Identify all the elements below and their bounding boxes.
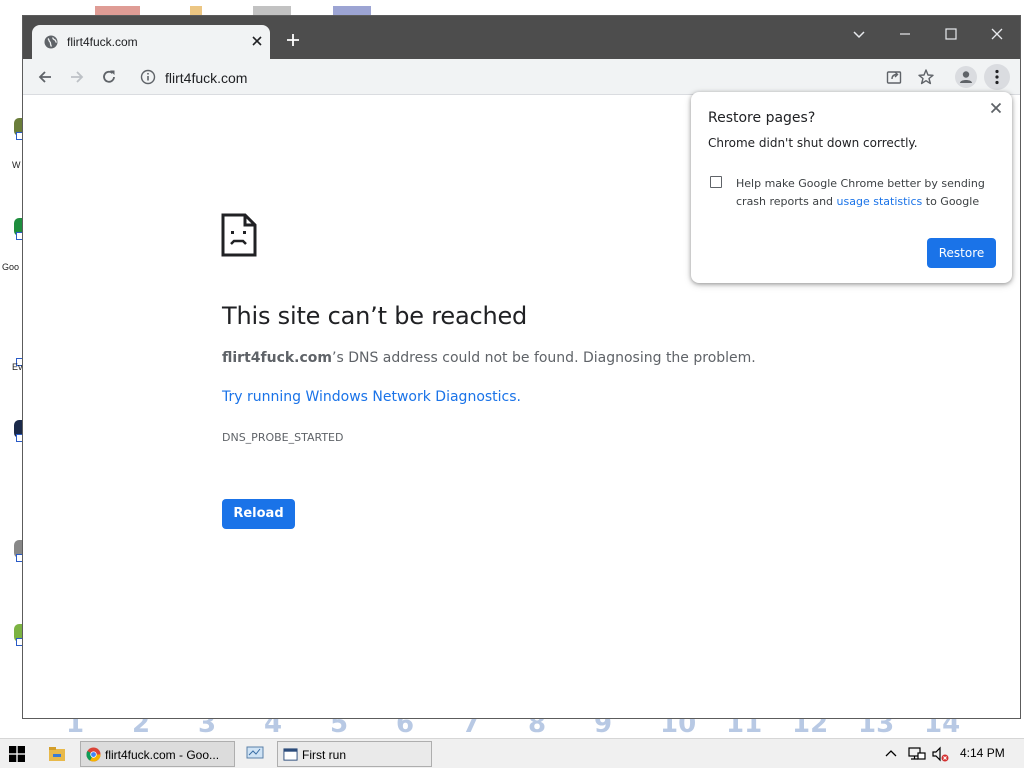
desktop-digit: 5 — [330, 718, 349, 739]
desktop-digit: 13 — [858, 718, 895, 739]
tab-search-icon[interactable] — [849, 24, 869, 44]
desktop-digit: 7 — [462, 718, 481, 739]
browser-tab[interactable]: flirt4fuck.com — [32, 25, 270, 59]
desktop-digit: 14 — [924, 718, 961, 739]
taskbar-item-first-run[interactable]: First run — [277, 741, 432, 767]
person-icon — [960, 71, 972, 83]
crash-report-label: Help make Google Chrome better by sendin… — [736, 175, 996, 211]
desktop-icon-label: Ev — [12, 362, 23, 372]
desktop-digit: 12 — [792, 718, 829, 739]
tab-title: flirt4fuck.com — [67, 35, 138, 49]
restore-pages-bubble: Restore pages? Chrome didn't shut down c… — [691, 92, 1012, 283]
globe-icon — [44, 35, 58, 49]
menu-button[interactable] — [984, 64, 1010, 90]
help-text-after: to Google — [922, 195, 980, 208]
error-description: flirt4fuck.com’s DNS address could not b… — [222, 350, 756, 366]
close-icon[interactable] — [989, 101, 1003, 115]
error-title: This site can’t be reached — [222, 302, 528, 330]
usage-statistics-link[interactable]: usage statistics — [837, 195, 923, 208]
restore-button[interactable]: Restore — [927, 238, 996, 268]
taskbar-item-chrome[interactable]: flirt4fuck.com - Goo... — [80, 741, 235, 767]
network-icon[interactable] — [908, 745, 926, 763]
maximize-icon[interactable] — [941, 24, 961, 44]
desktop-digit: 2 — [132, 718, 151, 739]
desktop-digit: 4 — [264, 718, 283, 739]
title-bar: flirt4fuck.com — [23, 16, 1020, 59]
bookmark-star-icon[interactable] — [917, 68, 935, 86]
toolbar: flirt4fuck.com — [23, 59, 1020, 95]
taskbar-item-label: First run — [302, 748, 347, 762]
close-window-icon[interactable] — [987, 24, 1007, 44]
tab-close-icon[interactable] — [250, 34, 264, 48]
new-tab-icon[interactable] — [285, 32, 301, 48]
chevron-up-icon[interactable] — [885, 748, 897, 758]
restore-title: Restore pages? — [708, 110, 816, 126]
chrome-icon — [86, 747, 101, 762]
desktop-number-strip: 1 2 3 4 5 6 7 8 9 10 11 12 13 14 — [24, 718, 1024, 740]
forward-arrow-icon[interactable] — [68, 68, 86, 86]
desktop-digit: 6 — [396, 718, 415, 739]
profile-avatar[interactable] — [955, 66, 977, 88]
reload-icon[interactable] — [100, 68, 118, 86]
error-description-text: ’s DNS address could not be found. Diagn… — [332, 350, 756, 366]
minimize-icon[interactable] — [895, 24, 915, 44]
desktop-icon-label: W — [12, 160, 21, 170]
desktop-digit: 10 — [660, 718, 697, 739]
restore-message: Chrome didn't shut down correctly. — [708, 136, 918, 150]
desktop-digit: 11 — [726, 718, 763, 739]
windows-start-icon[interactable] — [9, 746, 25, 762]
volume-muted-icon[interactable] — [931, 745, 949, 763]
sad-document-icon — [221, 213, 257, 257]
network-diagnostics-link[interactable]: Try running Windows Network Diagnostics. — [222, 389, 521, 405]
taskbar-item-label: flirt4fuck.com - Goo... — [105, 748, 220, 762]
url-text: flirt4fuck.com — [165, 70, 248, 86]
address-bar[interactable]: flirt4fuck.com — [131, 63, 911, 91]
browser-window: flirt4fuck.com flirt4fuck.com This site … — [22, 15, 1021, 719]
error-code: DNS_PROBE_STARTED — [222, 431, 344, 444]
crash-report-checkbox[interactable] — [710, 176, 722, 188]
share-icon[interactable] — [885, 68, 903, 86]
error-host: flirt4fuck.com — [222, 350, 333, 366]
monitor-app-icon[interactable] — [246, 746, 264, 762]
info-icon[interactable] — [140, 69, 156, 85]
back-arrow-icon[interactable] — [36, 68, 54, 86]
app-window-icon — [283, 748, 298, 761]
more-vert-icon — [995, 69, 999, 85]
reload-button[interactable]: Reload — [222, 499, 295, 529]
desktop-digit: 8 — [528, 718, 547, 739]
taskbar: flirt4fuck.com - Goo... First run 4:14 P… — [0, 738, 1024, 768]
desktop-digit: 3 — [198, 718, 217, 739]
desktop-digit: 1 — [66, 718, 85, 739]
desktop-icon-label: Goo — [2, 262, 20, 272]
taskbar-clock[interactable]: 4:14 PM — [960, 746, 1005, 760]
desktop-digit: 9 — [594, 718, 613, 739]
file-explorer-icon[interactable] — [48, 746, 66, 762]
